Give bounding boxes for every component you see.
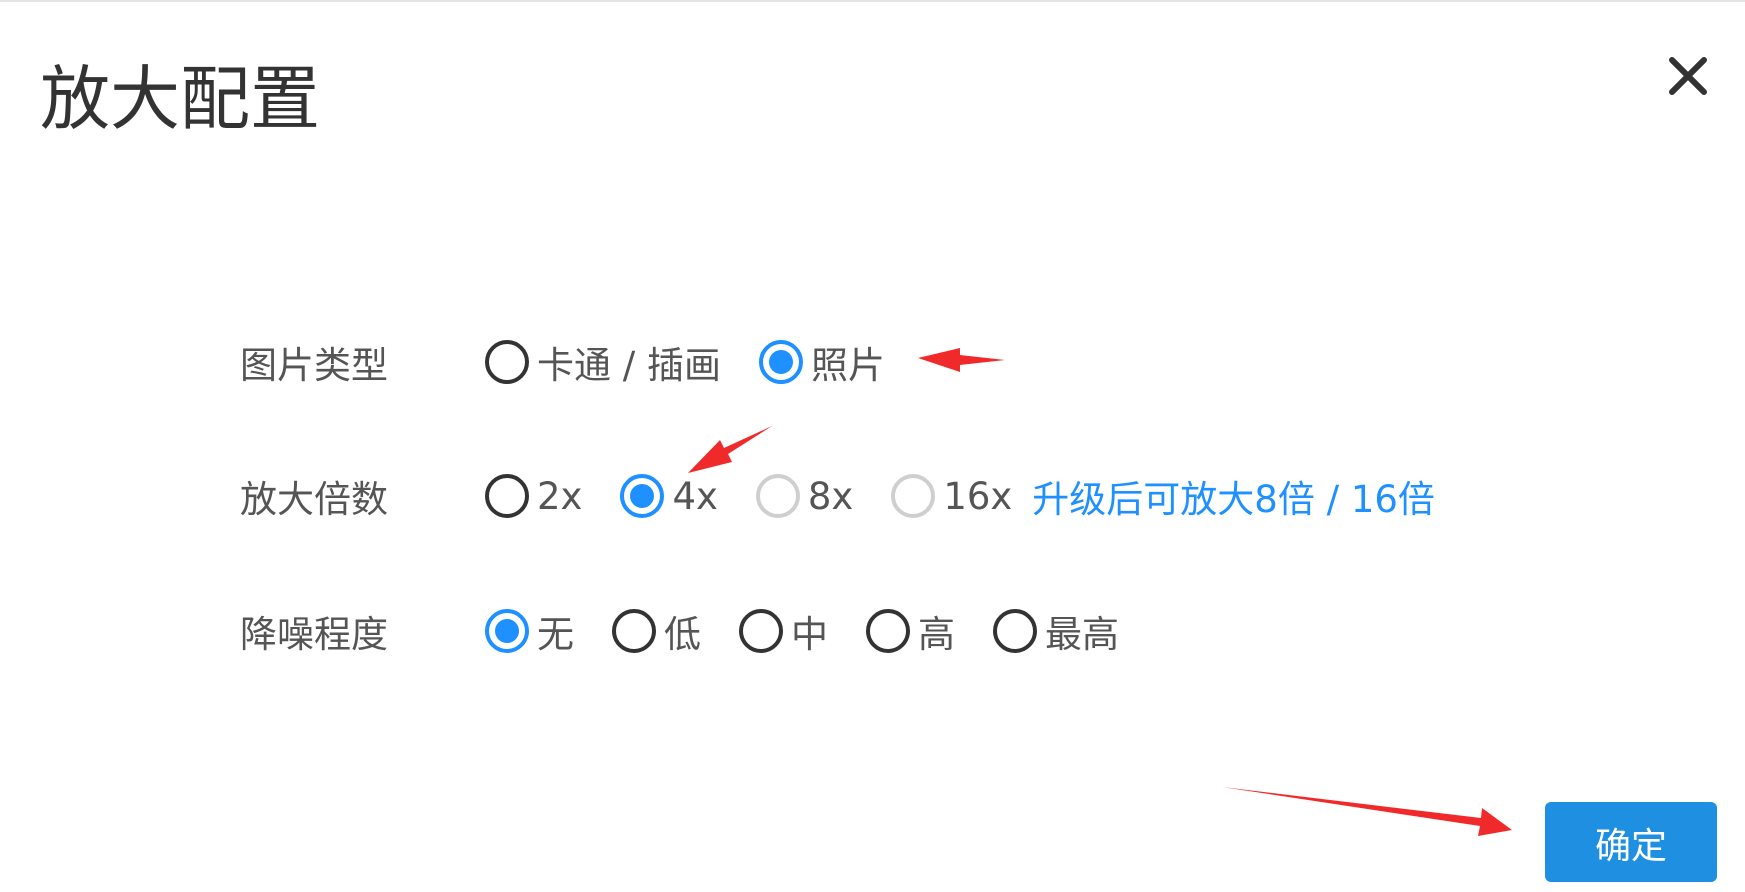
denoise-option-highest[interactable]: 最高 bbox=[993, 604, 1119, 658]
close-icon[interactable] bbox=[1664, 52, 1712, 100]
scale-option-2x[interactable]: 2x bbox=[485, 474, 582, 518]
image-type-label: 图片类型 bbox=[240, 344, 388, 387]
radio-checked[interactable] bbox=[620, 474, 665, 518]
denoise-option-low[interactable]: 低 bbox=[612, 604, 701, 658]
radio-unchecked[interactable] bbox=[739, 609, 783, 653]
denoise-row: 降噪程度 无 低 中 高 最高 bbox=[240, 601, 1157, 661]
scale-option-8x: 8x bbox=[755, 474, 853, 518]
scale-option-4x[interactable]: 4x bbox=[620, 474, 718, 518]
denoise-option-high[interactable]: 高 bbox=[866, 604, 955, 658]
denoise-option-none[interactable]: 无 bbox=[485, 604, 574, 658]
radio-checked[interactable] bbox=[759, 340, 803, 384]
scale-row: 放大倍数 2x 4x 8x 16x 升级后可放大8倍 / 16倍 bbox=[240, 466, 1435, 526]
image-type-row: 图片类型 卡通 / 插画 照片 bbox=[240, 332, 923, 392]
radio-unchecked[interactable] bbox=[866, 609, 910, 653]
scale-option-16x: 16x bbox=[891, 474, 1012, 518]
radio-unchecked[interactable] bbox=[993, 609, 1037, 653]
upscale-config-dialog: 放大配置 图片类型 卡通 / 插画 照片 放大倍数 2x 4x 8x 16x 升… bbox=[0, 0, 1745, 882]
denoise-label: 降噪程度 bbox=[240, 613, 388, 656]
radio-unchecked[interactable] bbox=[485, 474, 529, 518]
radio-unchecked[interactable] bbox=[612, 609, 656, 653]
radio-disabled bbox=[891, 474, 936, 518]
upgrade-link[interactable]: 升级后可放大8倍 / 16倍 bbox=[1032, 469, 1435, 523]
radio-unchecked[interactable] bbox=[485, 340, 529, 384]
scale-label: 放大倍数 bbox=[240, 478, 388, 521]
radio-disabled bbox=[755, 474, 800, 518]
image-type-option-photo[interactable]: 照片 bbox=[759, 335, 885, 389]
radio-checked[interactable] bbox=[485, 609, 529, 653]
denoise-option-medium[interactable]: 中 bbox=[739, 604, 828, 658]
image-type-option-cartoon[interactable]: 卡通 / 插画 bbox=[485, 335, 721, 389]
dialog-title: 放大配置 bbox=[40, 58, 320, 140]
confirm-button[interactable]: 确定 bbox=[1545, 802, 1717, 882]
